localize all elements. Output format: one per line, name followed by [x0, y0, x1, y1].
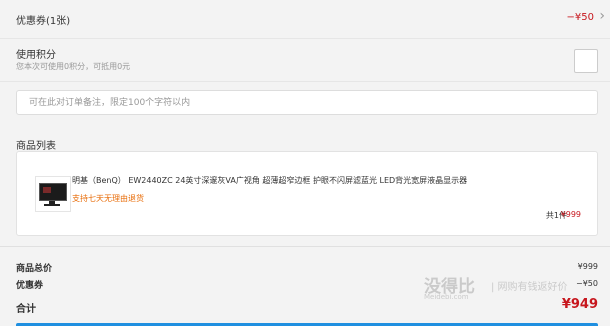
points-hint: 您本次可使用0积分，可抵用0元 — [16, 62, 131, 71]
product-list-title: 商品列表 — [16, 141, 56, 152]
product-name[interactable]: 明基（BenQ） EW2440ZC 24英寸深邃灰VA广视角 超薄超窄边框 护眼… — [72, 175, 467, 186]
summary-coupon-label: 优惠券 — [16, 281, 44, 291]
monitor-screen-icon — [39, 183, 67, 201]
coupon-discount-value: −¥50 — [566, 12, 594, 23]
coupon-label: 优惠券(1张) — [16, 16, 71, 27]
product-card: 明基（BenQ） EW2440ZC 24英寸深邃灰VA广视角 超薄超窄边框 护眼… — [16, 151, 598, 236]
watermark-slogan: | 网购有钱返好价 — [491, 282, 568, 293]
summary-coupon-value: −¥50 — [576, 279, 598, 288]
watermark-url: Meidebi.com — [424, 293, 469, 301]
return-policy-tag: 支持七天无理由退货 — [72, 194, 144, 203]
monitor-base-icon — [44, 204, 60, 206]
summary-divider — [0, 246, 610, 247]
points-title: 使用积分 — [16, 50, 56, 61]
watermark-logo-text: 没得比 — [424, 277, 475, 297]
goods-total-label: 商品总价 — [16, 264, 53, 274]
order-total-value: ¥949 — [561, 297, 598, 312]
chevron-right-icon: › — [599, 8, 605, 24]
monitor-thumbnail[interactable] — [35, 176, 71, 212]
order-total-label: 合计 — [16, 304, 36, 315]
coupon-row[interactable]: 优惠券(1张) −¥50 › — [0, 0, 610, 39]
goods-total-value: ¥999 — [577, 262, 598, 271]
points-row: 使用积分 您本次可使用0积分，可抵用0元 — [0, 39, 610, 82]
order-remark-input[interactable] — [16, 90, 598, 115]
product-price: ¥999 — [560, 210, 581, 219]
use-points-checkbox[interactable] — [574, 49, 598, 73]
